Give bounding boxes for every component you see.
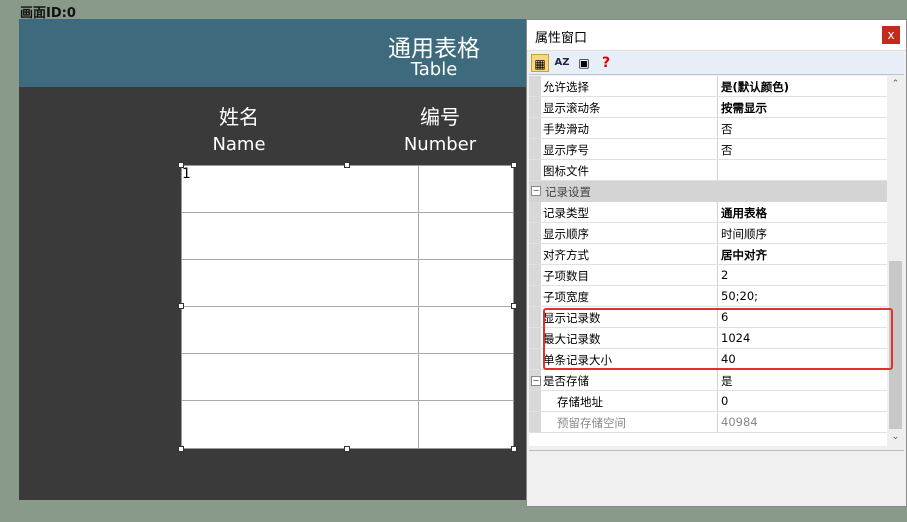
- property-name: 手势滑动: [543, 122, 589, 136]
- property-name: 是否存储: [543, 374, 589, 388]
- table-row[interactable]: 1: [182, 166, 513, 213]
- property-row[interactable]: 允许选择 是(默认颜色): [529, 76, 887, 97]
- property-name: 显示序号: [543, 143, 589, 157]
- help-icon[interactable]: ?: [597, 54, 615, 72]
- column-name-cn: 姓名: [219, 105, 259, 129]
- property-row[interactable]: 存储地址 0: [529, 391, 887, 412]
- property-row[interactable]: 显示序号 否: [529, 139, 887, 160]
- property-name: 存储地址: [557, 395, 603, 409]
- table-row[interactable]: [182, 354, 513, 401]
- close-button[interactable]: x: [882, 26, 900, 44]
- property-value[interactable]: 2: [721, 268, 728, 282]
- property-name: 图标文件: [543, 164, 589, 178]
- resize-handle-right[interactable]: [511, 303, 517, 309]
- column-number-cn: 编号: [420, 105, 460, 129]
- property-name: 允许选择: [543, 80, 589, 94]
- property-value[interactable]: 通用表格: [721, 205, 767, 221]
- property-value[interactable]: 50;20;: [721, 289, 758, 303]
- category-record-settings[interactable]: − 记录设置: [529, 181, 887, 202]
- description-panel: [529, 450, 904, 505]
- table-row[interactable]: [182, 401, 513, 448]
- table-row[interactable]: [182, 213, 513, 260]
- property-row[interactable]: 子项数目 2: [529, 265, 887, 286]
- property-row[interactable]: 显示滚动条 按需显示: [529, 97, 887, 118]
- property-value[interactable]: 否: [721, 142, 733, 158]
- property-row[interactable]: − 是否存储 是: [529, 370, 887, 391]
- vertical-scrollbar[interactable]: ⌃ ⌄: [887, 76, 904, 446]
- table-title-cn: 通用表格: [388, 36, 480, 62]
- property-value[interactable]: 居中对齐: [721, 247, 767, 263]
- scroll-down-icon[interactable]: ⌄: [887, 429, 904, 446]
- property-row[interactable]: 子项宽度 50;20;: [529, 286, 887, 307]
- property-row[interactable]: 显示顺序 时间顺序: [529, 223, 887, 244]
- collapse-icon[interactable]: −: [531, 376, 541, 386]
- property-value: 40984: [721, 415, 758, 429]
- property-row[interactable]: 预留存储空间 40984: [529, 412, 887, 433]
- resize-handle-top-right[interactable]: [511, 162, 517, 168]
- column-header-number: 编号 Number: [370, 101, 510, 155]
- property-row[interactable]: 记录类型 通用表格: [529, 202, 887, 223]
- properties-titlebar[interactable]: 属性窗口 x: [527, 20, 906, 51]
- table-title-en: Table: [410, 59, 458, 80]
- properties-window: 属性窗口 x ▦ AZ ▣ ? 允许选择 是(默认颜色) 显示滚动条 按需显示 …: [526, 19, 907, 507]
- screen-header: 通用表格 Table: [19, 19, 526, 87]
- property-value[interactable]: 是(默认颜色): [721, 79, 789, 95]
- highlight-box: [543, 308, 893, 370]
- sort-alphabetical-icon[interactable]: AZ: [553, 54, 571, 72]
- property-row[interactable]: 对齐方式 居中对齐: [529, 244, 887, 265]
- property-grid: 允许选择 是(默认颜色) 显示滚动条 按需显示 手势滑动 否 显示序号 否 图标…: [529, 76, 904, 446]
- property-value[interactable]: 时间顺序: [721, 226, 767, 242]
- resize-handle-bottom-right[interactable]: [511, 446, 517, 452]
- record-table[interactable]: 1: [181, 165, 514, 449]
- resize-handle-top-left[interactable]: [178, 162, 184, 168]
- scroll-up-icon[interactable]: ⌃: [887, 76, 904, 93]
- categorized-icon[interactable]: ▦: [531, 54, 549, 72]
- property-value[interactable]: 否: [721, 121, 733, 137]
- property-name: 对齐方式: [543, 248, 589, 262]
- property-value[interactable]: 按需显示: [721, 100, 767, 116]
- property-name: 记录类型: [543, 206, 589, 220]
- property-pages-icon[interactable]: ▣: [575, 54, 593, 72]
- property-value[interactable]: 0: [721, 394, 728, 408]
- column-header-name: 姓名 Name: [169, 101, 309, 155]
- properties-toolbar: ▦ AZ ▣ ?: [529, 52, 904, 75]
- property-name: 显示滚动条: [543, 101, 601, 115]
- property-name: 预留存储空间: [557, 416, 626, 430]
- property-value[interactable]: 是: [721, 373, 733, 389]
- resize-handle-bottom[interactable]: [344, 446, 350, 452]
- property-name: 显示顺序: [543, 227, 589, 241]
- resize-handle-bottom-left[interactable]: [178, 446, 184, 452]
- resize-handle-left[interactable]: [178, 303, 184, 309]
- properties-title: 属性窗口: [535, 31, 588, 46]
- property-row[interactable]: 图标文件: [529, 160, 887, 181]
- property-name: 子项数目: [543, 269, 589, 283]
- resize-handle-top[interactable]: [344, 162, 350, 168]
- table-row[interactable]: [182, 307, 513, 354]
- column-name-en: Name: [212, 134, 266, 155]
- column-number-en: Number: [403, 134, 477, 155]
- column-divider: [418, 166, 419, 448]
- row-sequence-number: 1: [182, 166, 191, 182]
- collapse-icon[interactable]: −: [531, 186, 541, 196]
- property-row[interactable]: 手势滑动 否: [529, 118, 887, 139]
- property-name: 子项宽度: [543, 290, 589, 304]
- category-label: 记录设置: [545, 185, 591, 199]
- table-row[interactable]: [182, 260, 513, 307]
